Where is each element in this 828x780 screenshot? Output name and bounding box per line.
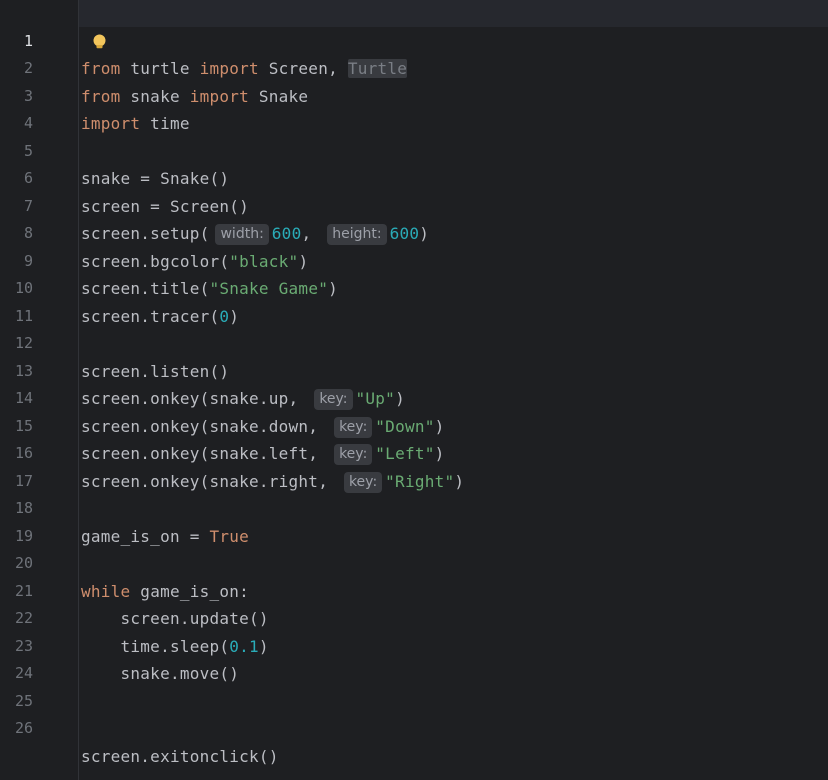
code-editor[interactable]: 1 from turtle import Screen, Turtle 2 fr… (0, 0, 828, 780)
code-line[interactable]: 12 screen.listen() (0, 303, 828, 381)
code-line[interactable]: 22 time.sleep(0.1) (0, 578, 828, 656)
code-line[interactable]: 26 screen.exitonclick() (0, 688, 828, 766)
code-token: screen.exitonclick() (81, 746, 279, 766)
lightbulb-icon[interactable] (92, 34, 107, 50)
code-line[interactable]: 14 screen.onkey(snake.down, key: "Down") (0, 358, 828, 438)
code-line[interactable]: 20 while game_is_on: (0, 523, 828, 601)
code-line[interactable]: 17 (0, 440, 828, 490)
code-text[interactable]: screen.exitonclick() (81, 743, 279, 771)
code-line[interactable]: 3 import time (0, 55, 828, 134)
code-line[interactable]: 9 screen.title("Snake Game") (0, 220, 828, 299)
code-line[interactable]: 25 (0, 660, 828, 710)
code-line[interactable]: 8 screen.bgcolor("black") (0, 193, 828, 271)
code-line[interactable]: 13 screen.onkey(snake.up, key: "Up") (0, 330, 828, 410)
code-line[interactable]: 2 from snake import Snake (0, 28, 828, 106)
code-line[interactable]: 23 snake.move() (0, 605, 828, 684)
code-lines: 1 from turtle import Screen, Turtle 2 fr… (0, 0, 828, 766)
code-line[interactable]: 7 screen.setup(width: 600, height: 600) (0, 165, 828, 245)
code-line[interactable]: 1 from turtle import Screen, Turtle (0, 0, 828, 78)
code-line[interactable]: 10 screen.tracer(0) (0, 248, 828, 326)
code-line[interactable]: 16 screen.onkey(snake.right, key: "Right"… (0, 413, 828, 493)
code-line[interactable]: 6 screen = Screen() (0, 138, 828, 216)
code-line[interactable]: 4 (0, 83, 828, 132)
code-line[interactable]: 19 (0, 495, 828, 545)
line-number: 26 (14, 719, 33, 737)
code-line[interactable]: 15 screen.onkey(snake.left, key: "Left") (0, 385, 828, 465)
code-line[interactable]: 21 screen.update() (0, 550, 828, 629)
code-line[interactable]: 11 (0, 275, 828, 325)
code-line[interactable]: 5 snake = Snake() (0, 110, 828, 189)
code-line[interactable]: 24 (0, 633, 828, 682)
code-line[interactable]: 18 game_is_on = True (0, 468, 828, 546)
